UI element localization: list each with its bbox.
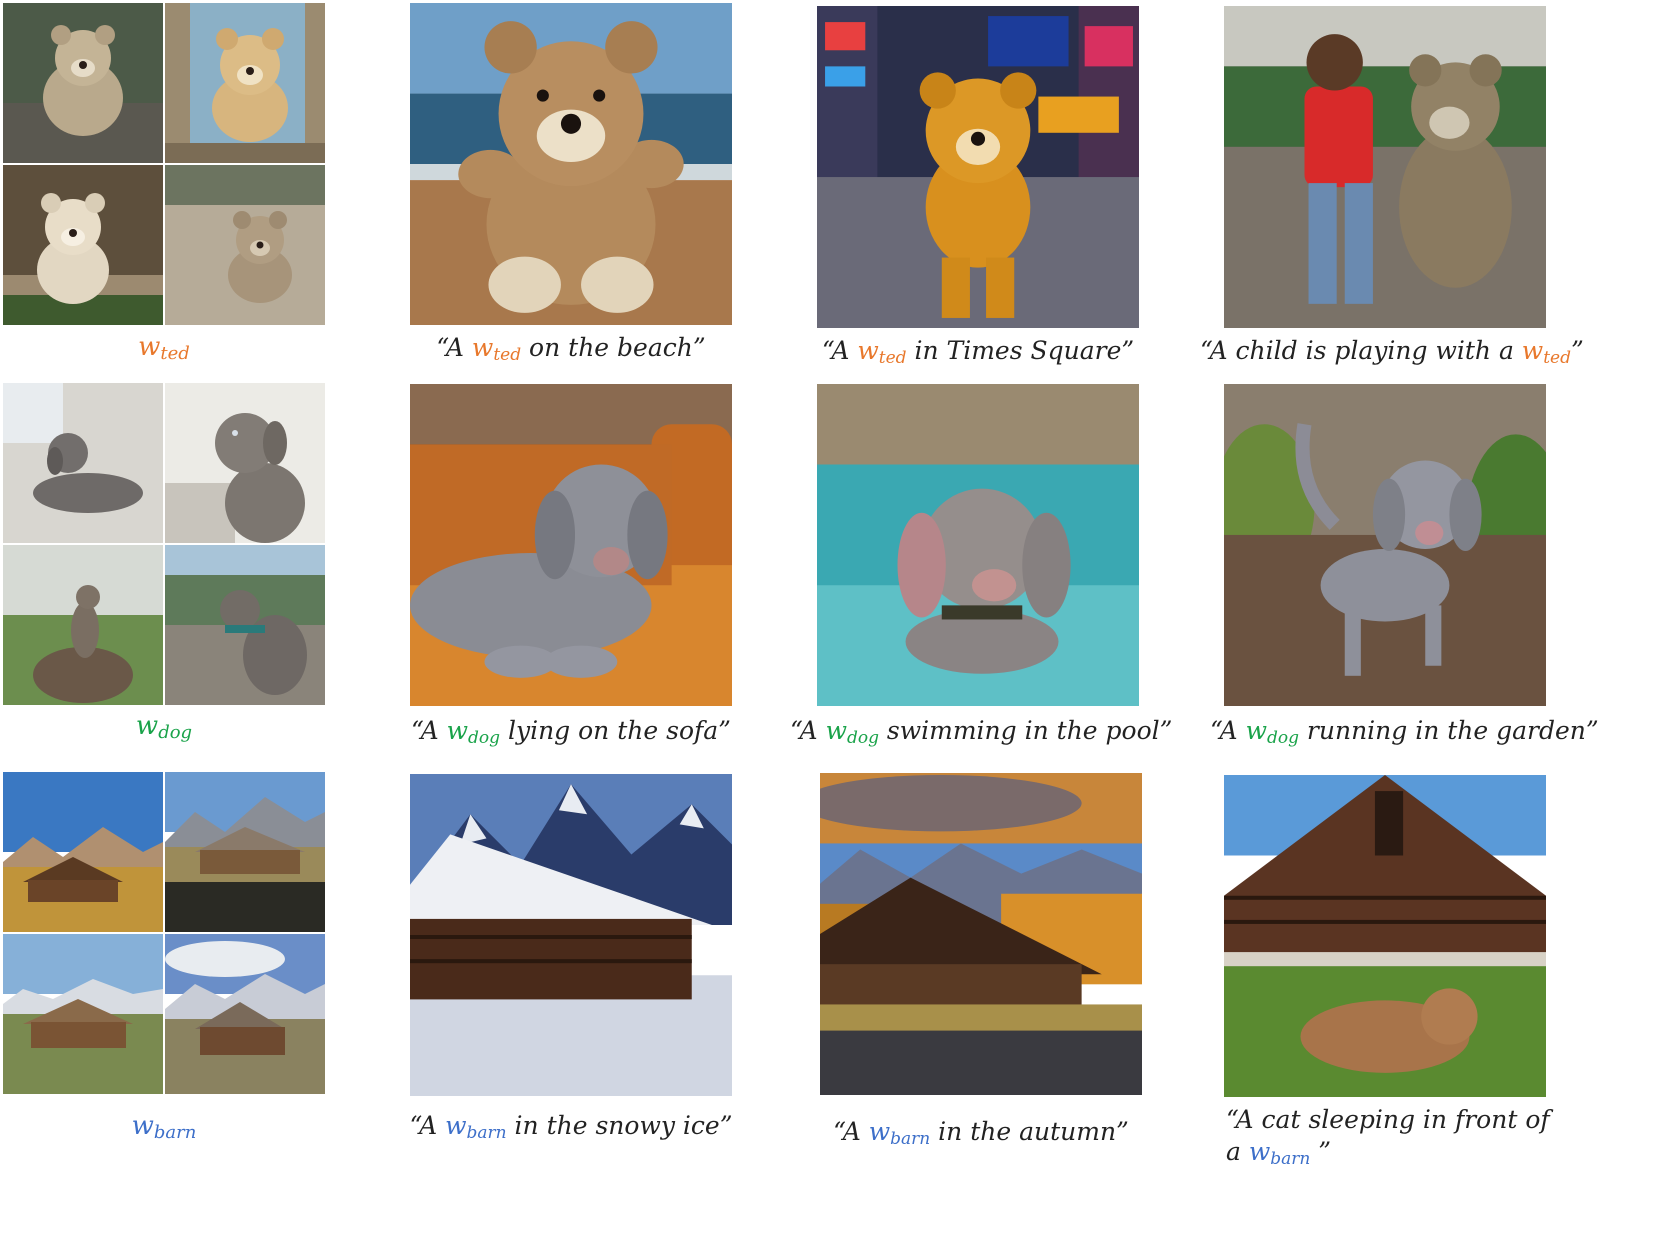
caption-post: running in the garden” bbox=[1298, 716, 1599, 745]
generated-image-ted-times-square bbox=[817, 6, 1139, 328]
ref-photo-ted-2 bbox=[165, 3, 325, 163]
ref-photo-dog-1 bbox=[3, 383, 163, 543]
caption-line1: “A cat sleeping in front of bbox=[1226, 1105, 1550, 1134]
caption-pre: a bbox=[1226, 1137, 1249, 1166]
ref-label-dog-sub: dog bbox=[158, 722, 193, 743]
caption-barn-cat: “A cat sleeping in front of a wbarn ” bbox=[1226, 1104, 1566, 1175]
ref-photo-barn-3 bbox=[3, 934, 163, 1094]
ref-label-ted-sub: ted bbox=[160, 343, 190, 364]
caption-pre: “A bbox=[436, 333, 472, 362]
caption-pre: “A bbox=[833, 1117, 869, 1146]
ref-photo-ted-3 bbox=[3, 165, 163, 325]
ref-label-barn-base: w bbox=[131, 1111, 154, 1141]
concept-token: wted bbox=[471, 333, 522, 365]
caption-post: ” bbox=[1570, 336, 1584, 365]
concept-token: wbarn bbox=[445, 1111, 507, 1143]
ref-photo-barn-1 bbox=[3, 772, 163, 932]
ref-grid-dog bbox=[3, 383, 325, 705]
ref-photo-dog-4 bbox=[165, 545, 325, 705]
concept-token: wbarn bbox=[1248, 1137, 1311, 1169]
caption-barn-snow: “A wbarn in the snowy ice” bbox=[400, 1111, 742, 1148]
ref-label-dog-base: w bbox=[135, 711, 159, 741]
generated-image-ted-child bbox=[1224, 6, 1546, 328]
ref-photo-ted-4 bbox=[165, 165, 325, 325]
generated-image-ted-beach bbox=[410, 3, 732, 325]
caption-pre: “A bbox=[409, 1111, 446, 1140]
ref-photo-barn-2 bbox=[165, 772, 325, 932]
concept-token: wted bbox=[857, 336, 907, 368]
caption-post: ” bbox=[1310, 1137, 1332, 1166]
caption-ted-child: “A child is playing with a wted” bbox=[1200, 336, 1584, 373]
caption-post: swimming in the pool” bbox=[878, 716, 1173, 745]
generated-image-dog-garden bbox=[1224, 384, 1546, 706]
generated-image-dog-pool bbox=[817, 384, 1139, 706]
caption-dog-pool: “A wdog swimming in the pool” bbox=[790, 716, 1172, 753]
caption-dog-sofa: “A wdog lying on the sofa” bbox=[400, 716, 742, 753]
concept-token: wted bbox=[1521, 336, 1571, 368]
caption-post: in Times Square” bbox=[906, 336, 1135, 365]
caption-post: on the beach” bbox=[521, 333, 706, 362]
caption-pre: “A bbox=[821, 336, 858, 365]
generated-image-barn-autumn bbox=[820, 773, 1142, 1095]
generated-image-barn-cat bbox=[1224, 775, 1546, 1097]
caption-pre: “A bbox=[790, 716, 826, 745]
caption-pre: “A bbox=[411, 716, 447, 745]
caption-dog-garden: “A wdog running in the garden” bbox=[1210, 716, 1599, 753]
ref-label-ted-base: w bbox=[138, 332, 161, 362]
ref-label-barn: wbarn bbox=[3, 1111, 325, 1148]
concept-token: wdog bbox=[825, 716, 879, 748]
ref-photo-barn-4 bbox=[165, 934, 325, 1094]
ref-photo-dog-2 bbox=[165, 383, 325, 543]
ref-grid-barn bbox=[3, 772, 325, 1094]
caption-barn-autumn: “A wbarn in the autumn” bbox=[806, 1117, 1156, 1154]
concept-token: wdog bbox=[1245, 716, 1299, 748]
caption-ted-beach: “A wted on the beach” bbox=[400, 333, 742, 370]
caption-post: in the snowy ice” bbox=[506, 1111, 733, 1140]
caption-pre: “A bbox=[1210, 716, 1246, 745]
ref-label-dog: wdog bbox=[3, 711, 325, 748]
ref-label-barn-sub: barn bbox=[153, 1122, 197, 1143]
concept-token: wdog bbox=[446, 716, 501, 748]
ref-photo-dog-3 bbox=[3, 545, 163, 705]
generated-image-barn-snow bbox=[410, 774, 732, 1096]
generated-image-dog-sofa bbox=[410, 384, 732, 706]
caption-pre: “A child is playing with a bbox=[1200, 336, 1522, 365]
caption-post: in the autumn” bbox=[930, 1117, 1129, 1146]
ref-photo-ted-1 bbox=[3, 3, 163, 163]
ref-label-ted: wted bbox=[3, 332, 325, 369]
ref-grid-ted bbox=[3, 3, 325, 325]
caption-post: lying on the sofa” bbox=[500, 716, 731, 745]
concept-token: wbarn bbox=[868, 1117, 931, 1149]
caption-ted-times-square: “A wted in Times Square” bbox=[800, 336, 1156, 373]
